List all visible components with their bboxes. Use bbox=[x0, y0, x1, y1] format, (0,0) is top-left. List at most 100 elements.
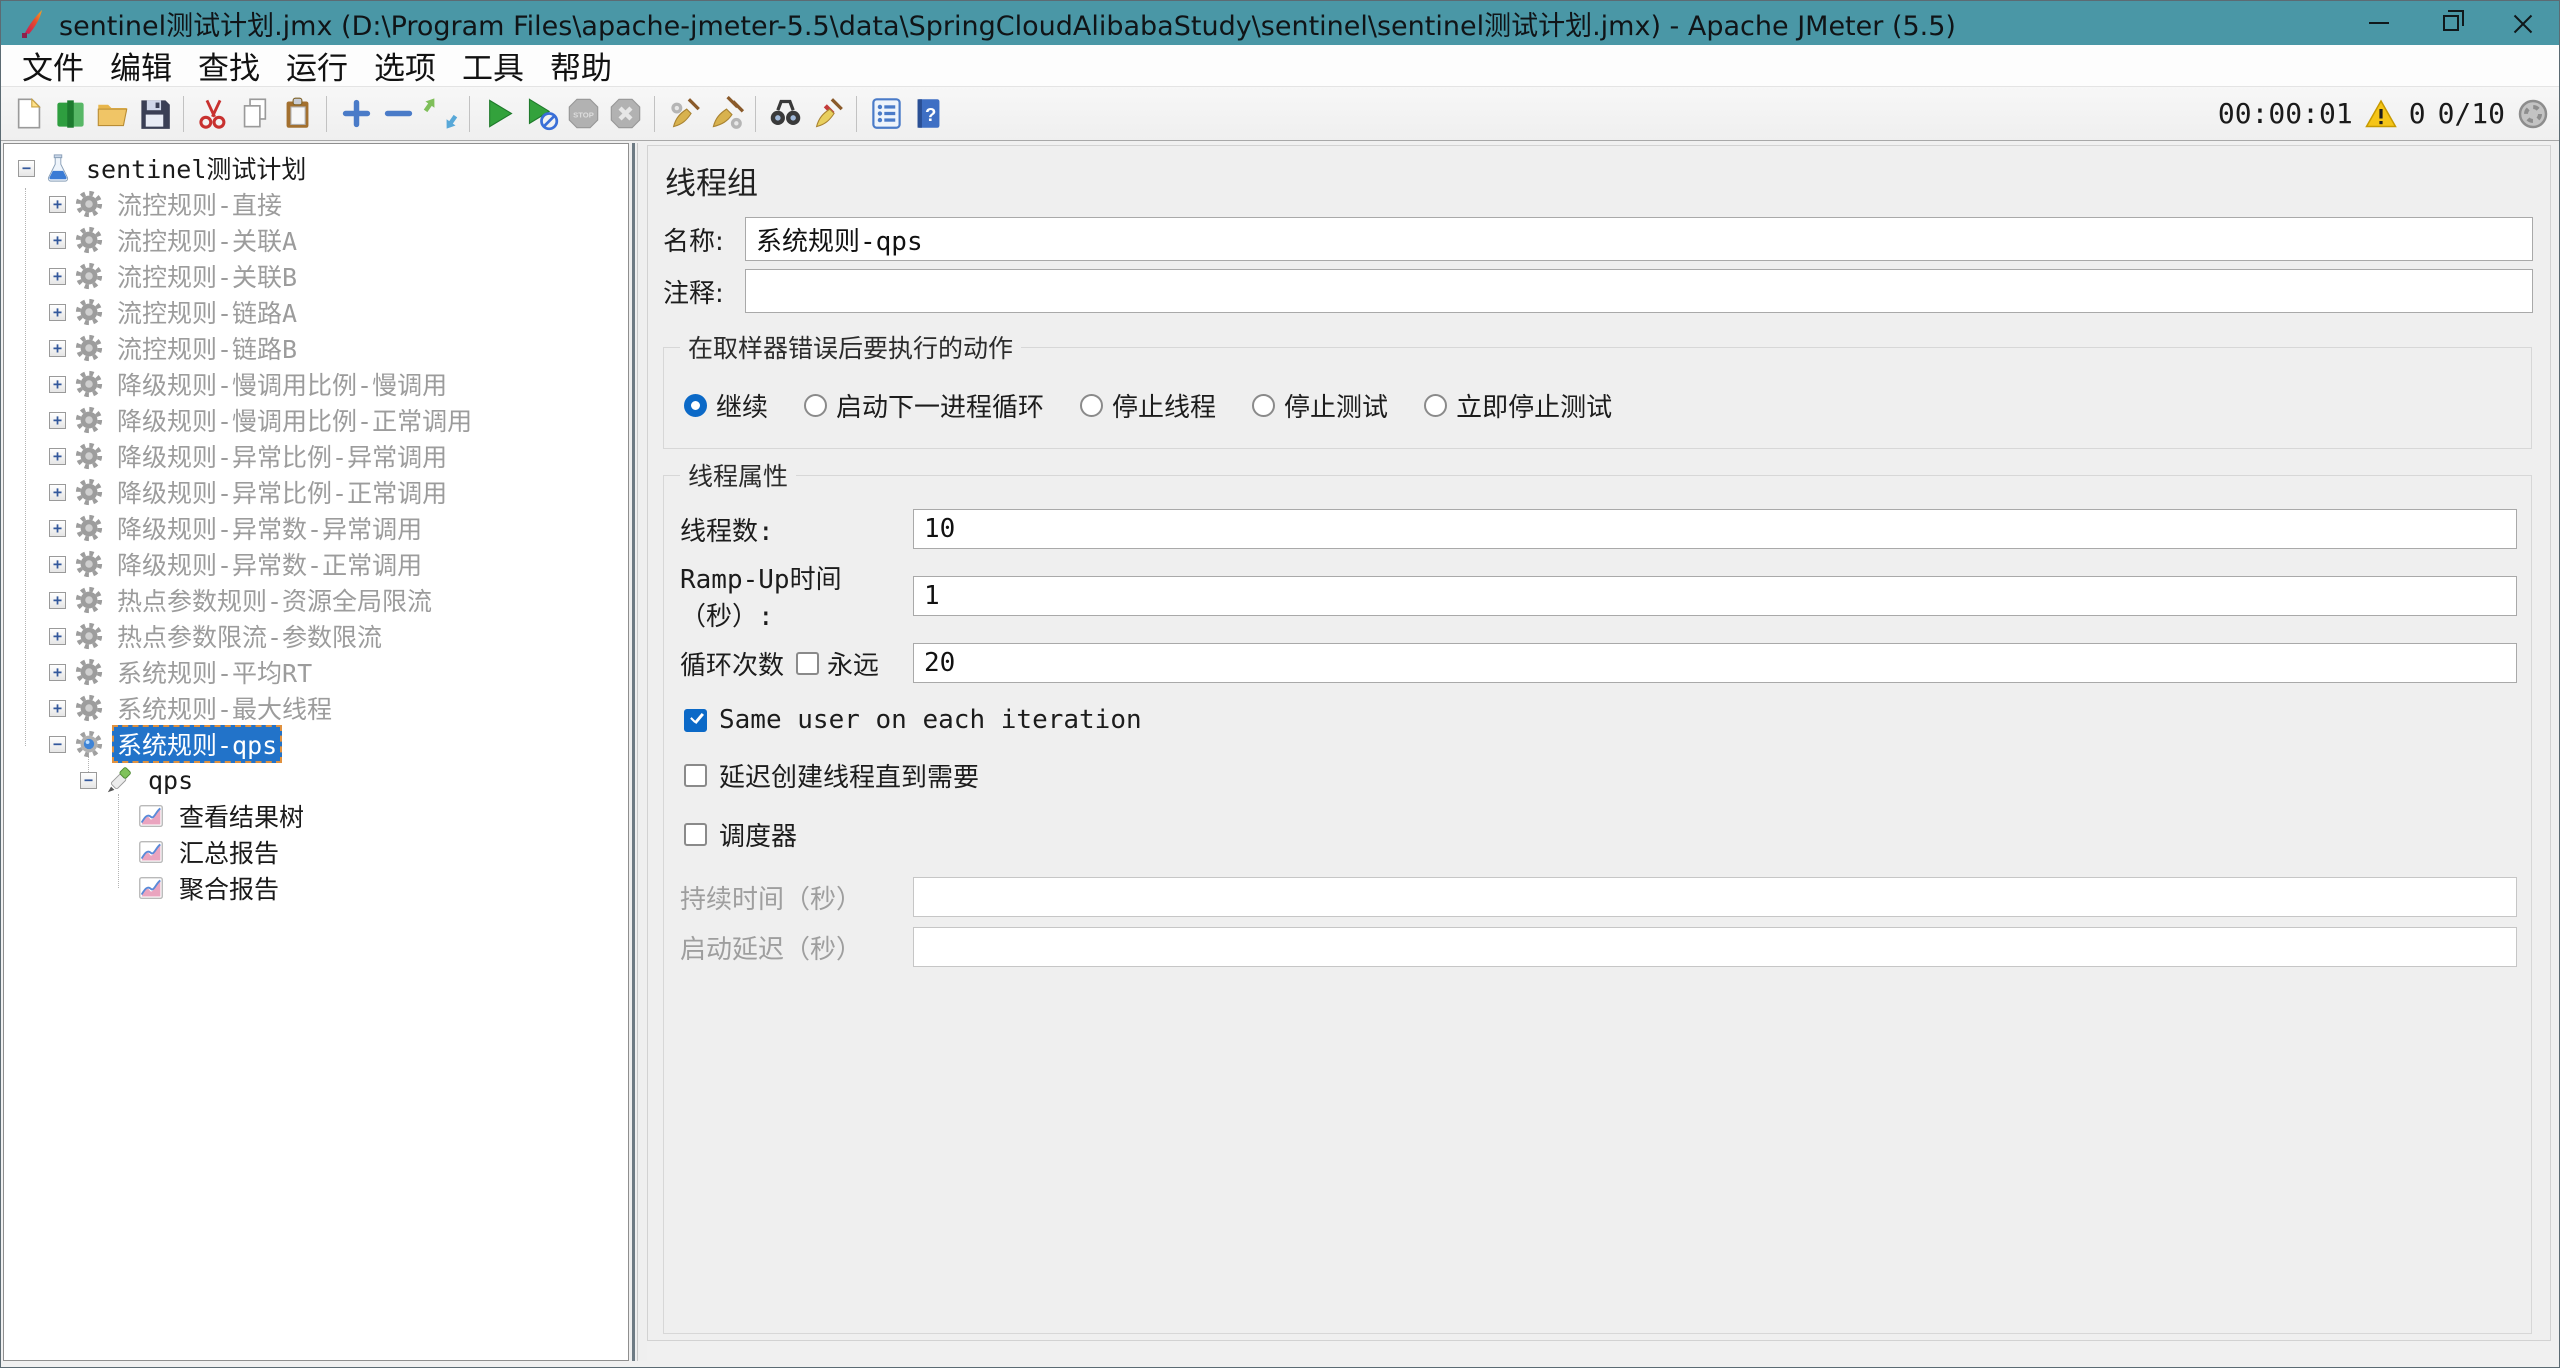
help-button[interactable]: ? bbox=[907, 92, 949, 136]
error-action-option[interactable]: 停止测试 bbox=[1252, 387, 1388, 424]
tree-item[interactable]: +流控规则-关联B bbox=[4, 258, 628, 294]
expand-handle-icon[interactable]: + bbox=[49, 592, 66, 609]
expand-handle-icon[interactable]: + bbox=[49, 304, 66, 321]
expand-icon bbox=[339, 96, 374, 131]
name-input[interactable] bbox=[745, 217, 2533, 261]
forever-option[interactable]: 永远 bbox=[796, 645, 879, 682]
tree-item[interactable]: +流控规则-关联A bbox=[4, 222, 628, 258]
menu-item[interactable]: 选项 bbox=[361, 45, 449, 86]
radio-icon[interactable] bbox=[1424, 394, 1447, 417]
expand-handle-icon[interactable]: + bbox=[49, 196, 66, 213]
function-helper-button[interactable] bbox=[865, 92, 907, 136]
panel-splitter[interactable] bbox=[629, 143, 647, 1361]
minimize-button[interactable] bbox=[2343, 1, 2415, 45]
clear-button[interactable] bbox=[663, 92, 705, 136]
tree-item[interactable]: +降级规则-异常比例-正常调用 bbox=[4, 474, 628, 510]
menu-item[interactable]: 帮助 bbox=[537, 45, 625, 86]
expand-handle-icon[interactable]: + bbox=[49, 628, 66, 645]
tree-item[interactable]: +系统规则-平均RT bbox=[4, 654, 628, 690]
tree-item[interactable]: +降级规则-异常比例-异常调用 bbox=[4, 438, 628, 474]
option-checkbox-row[interactable]: Same user on each iteration bbox=[684, 705, 2517, 735]
expand-handle-icon[interactable]: + bbox=[49, 376, 66, 393]
tree-item[interactable]: +热点参数限流-参数限流 bbox=[4, 618, 628, 654]
expand-all-button[interactable] bbox=[335, 92, 377, 136]
expand-handle-icon[interactable]: + bbox=[49, 520, 66, 537]
start-button[interactable] bbox=[478, 92, 520, 136]
tree-item[interactable]: +降级规则-异常数-异常调用 bbox=[4, 510, 628, 546]
checkbox-icon[interactable] bbox=[684, 823, 707, 846]
option-checkbox-row[interactable]: 调度器 bbox=[684, 816, 2517, 853]
radio-icon[interactable] bbox=[1080, 394, 1103, 417]
expand-handle-icon[interactable]: + bbox=[49, 412, 66, 429]
menu-item[interactable]: 查找 bbox=[185, 45, 273, 86]
collapse-handle-icon[interactable]: − bbox=[49, 736, 66, 753]
toolbar-status: 00:00:01 0 0/10 bbox=[2218, 97, 2549, 130]
tree-item[interactable]: 汇总报告 bbox=[4, 834, 628, 870]
search-button[interactable] bbox=[764, 92, 806, 136]
collapse-all-button[interactable] bbox=[377, 92, 419, 136]
restore-button[interactable] bbox=[2415, 1, 2487, 45]
expand-handle-icon[interactable]: + bbox=[49, 340, 66, 357]
start-no-timers-button[interactable] bbox=[520, 92, 562, 136]
property-input[interactable] bbox=[913, 643, 2517, 683]
checkbox-icon[interactable] bbox=[684, 709, 707, 732]
new-file-button[interactable] bbox=[7, 92, 49, 136]
search-reset-button[interactable] bbox=[806, 92, 848, 136]
tree-item[interactable]: +流控规则-链路A bbox=[4, 294, 628, 330]
expand-handle-icon[interactable]: + bbox=[49, 268, 66, 285]
copy-button[interactable] bbox=[234, 92, 276, 136]
property-row: 循环次数永远 bbox=[680, 643, 2517, 683]
tree-item[interactable]: +降级规则-慢调用比例-正常调用 bbox=[4, 402, 628, 438]
forever-checkbox[interactable] bbox=[796, 652, 819, 675]
comment-input[interactable] bbox=[745, 269, 2533, 313]
collapse-handle-icon[interactable]: − bbox=[18, 160, 35, 177]
menu-item[interactable]: 文件 bbox=[9, 45, 97, 86]
new-file-icon bbox=[11, 96, 46, 131]
error-action-option[interactable]: 继续 bbox=[684, 387, 768, 424]
checkbox-icon[interactable] bbox=[684, 764, 707, 787]
save-button[interactable] bbox=[133, 92, 175, 136]
error-action-options: 继续启动下一进程循环停止线程停止测试立即停止测试 bbox=[678, 371, 2517, 434]
tree-item[interactable]: 聚合报告 bbox=[4, 870, 628, 906]
tree-item[interactable]: +降级规则-慢调用比例-慢调用 bbox=[4, 366, 628, 402]
error-action-option[interactable]: 立即停止测试 bbox=[1424, 387, 1612, 424]
cut-button[interactable] bbox=[192, 92, 234, 136]
tree-item-label: 流控规则-直接 bbox=[112, 185, 287, 223]
thread-properties-rows: 线程数:Ramp-Up时间（秒）:循环次数永远Same user on each… bbox=[678, 509, 2517, 967]
tree-item[interactable]: + 流控规则-直接 bbox=[4, 186, 628, 222]
tree-item[interactable]: +流控规则-链路B bbox=[4, 330, 628, 366]
expand-handle-icon[interactable]: + bbox=[49, 556, 66, 573]
menu-item[interactable]: 运行 bbox=[273, 45, 361, 86]
warning-icon[interactable] bbox=[2365, 98, 2397, 130]
paste-button[interactable] bbox=[276, 92, 318, 136]
toggle-button[interactable] bbox=[419, 92, 461, 136]
tree-item[interactable]: −qps bbox=[4, 762, 628, 798]
tree-item[interactable]: +热点参数规则-资源全局限流 bbox=[4, 582, 628, 618]
error-action-option[interactable]: 启动下一进程循环 bbox=[804, 387, 1044, 424]
radio-icon[interactable] bbox=[1252, 394, 1275, 417]
option-checkbox-row[interactable]: 延迟创建线程直到需要 bbox=[684, 757, 2517, 794]
tree-item[interactable]: + 降级规则-异常数-正常调用 bbox=[4, 546, 628, 582]
tree-item[interactable]: +系统规则-最大线程 bbox=[4, 690, 628, 726]
tree-item[interactable]: 查看结果树 bbox=[4, 798, 628, 834]
expand-handle-icon[interactable]: + bbox=[49, 232, 66, 249]
menu-item[interactable]: 编辑 bbox=[97, 45, 185, 86]
menu-item[interactable]: 工具 bbox=[449, 45, 537, 86]
radio-icon[interactable] bbox=[804, 394, 827, 417]
expand-handle-icon[interactable]: + bbox=[49, 700, 66, 717]
property-input[interactable] bbox=[913, 509, 2517, 549]
collapse-handle-icon[interactable]: − bbox=[80, 772, 97, 789]
tree-item[interactable]: −系统规则-qps bbox=[4, 726, 628, 762]
tree-item-label: 降级规则-异常数-正常调用 bbox=[112, 545, 427, 583]
property-input[interactable] bbox=[913, 576, 2517, 616]
clear-all-button[interactable] bbox=[705, 92, 747, 136]
close-button[interactable] bbox=[2487, 1, 2559, 45]
open-button[interactable] bbox=[91, 92, 133, 136]
templates-button[interactable] bbox=[49, 92, 91, 136]
expand-handle-icon[interactable]: + bbox=[49, 664, 66, 681]
radio-icon[interactable] bbox=[684, 394, 707, 417]
expand-handle-icon[interactable]: + bbox=[49, 448, 66, 465]
expand-handle-icon[interactable]: + bbox=[49, 484, 66, 501]
tree-item[interactable]: −sentinel测试计划 bbox=[4, 150, 628, 186]
error-action-option[interactable]: 停止线程 bbox=[1080, 387, 1216, 424]
